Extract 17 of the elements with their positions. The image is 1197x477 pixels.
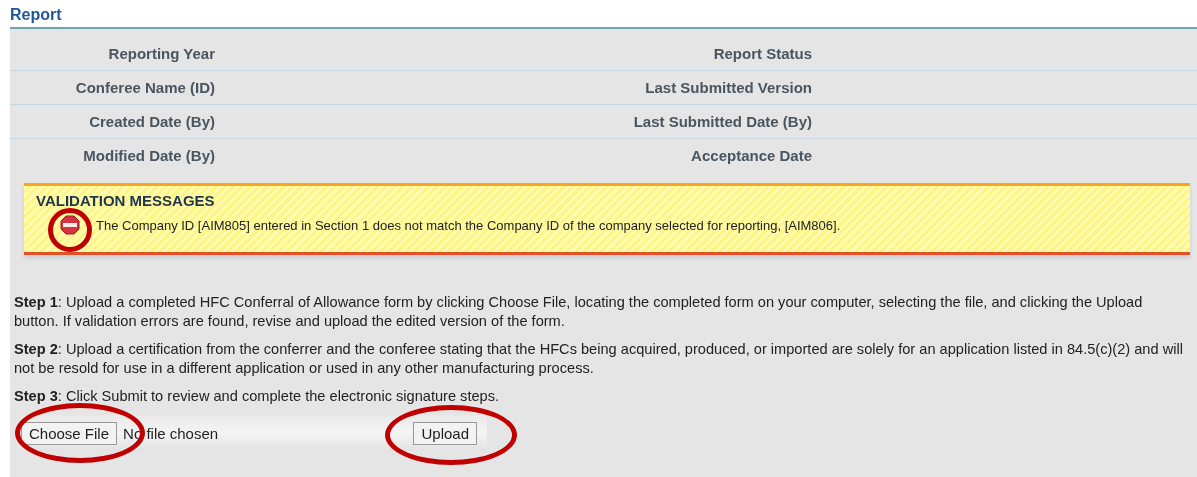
field-label: Last Submitted Date (By) xyxy=(632,113,812,130)
field-label: Modified Date (By) xyxy=(82,147,215,164)
validation-heading: VALIDATION MESSAGES xyxy=(35,191,216,209)
step-instruction: Step 2: Upload a certification from the conferrer and the conferee stating that the HFCs being acquired, produced, or imported are solely for an application listed in 84.5(c)(2) and will not be resold for use in a different application or used in any other manufacturing process. xyxy=(14,340,1184,378)
annotation-circle xyxy=(48,208,92,252)
field-label: Reporting Year xyxy=(107,45,215,62)
field-label: Conferee Name (ID) xyxy=(74,79,215,96)
choose-file-button[interactable]: Choose File xyxy=(21,421,118,445)
field-label: Acceptance Date xyxy=(690,147,812,164)
validation-message: The Company ID [AIM805] entered in Section 1 does not match the Company ID of the company selected for reporting, [AIM806]. xyxy=(96,217,841,233)
upload-button[interactable]: Upload xyxy=(413,421,477,445)
field-label: Last Submitted Version xyxy=(644,79,812,96)
field-label: Report Status xyxy=(712,45,812,62)
step-instruction: Step 3: Click Submit to review and complete the electronic signature steps. xyxy=(14,387,501,406)
field-label: Created Date (By) xyxy=(88,113,215,130)
step-instruction: Step 1: Upload a completed HFC Conferral of Allowance form by clicking Choose File, locating the completed form on your computer, selecting the file, and clicking the Upload button. If validation errors are found, revise and upload the edited version of the form. xyxy=(14,293,1144,331)
stop-sign-icon xyxy=(60,215,80,235)
